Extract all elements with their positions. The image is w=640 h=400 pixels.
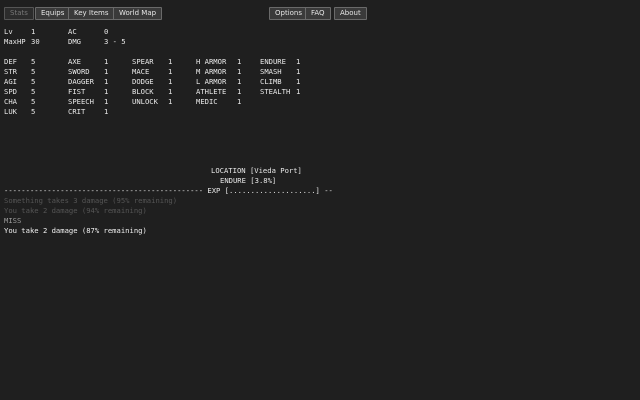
faq-button[interactable]: FAQ <box>305 7 331 20</box>
skill-label: STEALTH <box>260 87 291 96</box>
tab-world-map[interactable]: World Map <box>113 7 163 20</box>
skill-value: 1 <box>237 57 242 66</box>
maxhp-label: MaxHP <box>4 37 26 46</box>
skill-value: 1 <box>104 97 109 106</box>
skill-value: 1 <box>104 77 109 86</box>
skill-value: 1 <box>168 77 173 86</box>
skill-label: ENDURE <box>260 57 286 66</box>
lv-label: Lv <box>4 27 13 36</box>
skill-value: 1 <box>296 77 301 86</box>
skill-value: 1 <box>296 67 301 76</box>
skill-value: 1 <box>296 57 301 66</box>
tab-equips[interactable]: Equips <box>35 7 71 20</box>
attr-label: LUK <box>4 107 17 116</box>
attr-value: 5 <box>31 87 36 96</box>
attr-value: 5 <box>31 57 36 66</box>
exp-bar: ----------------------------------------… <box>4 186 333 195</box>
ac-value: 0 <box>104 27 109 36</box>
skill-value: 1 <box>237 97 242 106</box>
skill-label: L ARMOR <box>196 77 227 86</box>
skill-label: CLIMB <box>260 77 282 86</box>
skill-value: 1 <box>104 107 109 116</box>
skill-label: DAGGER <box>68 77 94 86</box>
skill-label: SMASH <box>260 67 282 76</box>
attr-value: 5 <box>31 97 36 106</box>
lv-value: 1 <box>31 27 36 36</box>
about-button[interactable]: About <box>334 7 367 20</box>
skill-label: SPEECH <box>68 97 94 106</box>
log-line: MISS <box>4 216 22 225</box>
skill-label: BLOCK <box>132 87 154 96</box>
maxhp-value: 30 <box>31 37 40 46</box>
attr-label: SPD <box>4 87 17 96</box>
skill-label: DODGE <box>132 77 154 86</box>
skill-value: 1 <box>237 77 242 86</box>
attr-value: 5 <box>31 107 36 116</box>
skill-value: 1 <box>168 87 173 96</box>
skill-value: 1 <box>104 57 109 66</box>
dmg-value: 3 - 5 <box>104 37 126 46</box>
skill-label: MEDIC <box>196 97 218 106</box>
skill-label: M ARMOR <box>196 67 227 76</box>
skill-label: FIST <box>68 87 86 96</box>
attr-label: DEF <box>4 57 17 66</box>
attr-label: STR <box>4 67 17 76</box>
skill-value: 1 <box>237 87 242 96</box>
skill-value: 1 <box>104 67 109 76</box>
options-button[interactable]: Options <box>269 7 309 20</box>
attr-label: AGI <box>4 77 17 86</box>
skill-value: 1 <box>104 87 109 96</box>
tab-key-items[interactable]: Key Items <box>68 7 115 20</box>
training-status: ENDURE [3.8%] <box>220 176 277 185</box>
skill-label: MACE <box>132 67 150 76</box>
log-line: Something takes 3 damage (95% remaining) <box>4 196 178 205</box>
skill-value: 1 <box>168 67 173 76</box>
skill-value: 1 <box>168 97 173 106</box>
skill-label: AXE <box>68 57 81 66</box>
skill-label: H ARMOR <box>196 57 227 66</box>
location-text: LOCATION [Vieda Port] <box>211 166 302 175</box>
skill-label: SWORD <box>68 67 90 76</box>
tab-stats[interactable]: Stats <box>4 7 34 20</box>
dmg-label: DMG <box>68 37 81 46</box>
attr-label: CHA <box>4 97 17 106</box>
log-line: You take 2 damage (87% remaining) <box>4 226 147 235</box>
skill-label: SPEAR <box>132 57 154 66</box>
skill-value: 1 <box>168 57 173 66</box>
skill-value: 1 <box>237 67 242 76</box>
skill-value: 1 <box>296 87 301 96</box>
ac-label: AC <box>68 27 77 36</box>
skill-label: CRIT <box>68 107 86 116</box>
attr-value: 5 <box>31 67 36 76</box>
log-line: You take 2 damage (94% remaining) <box>4 206 147 215</box>
skill-label: ATHLETE <box>196 87 227 96</box>
skill-label: UNLOCK <box>132 97 158 106</box>
attr-value: 5 <box>31 77 36 86</box>
